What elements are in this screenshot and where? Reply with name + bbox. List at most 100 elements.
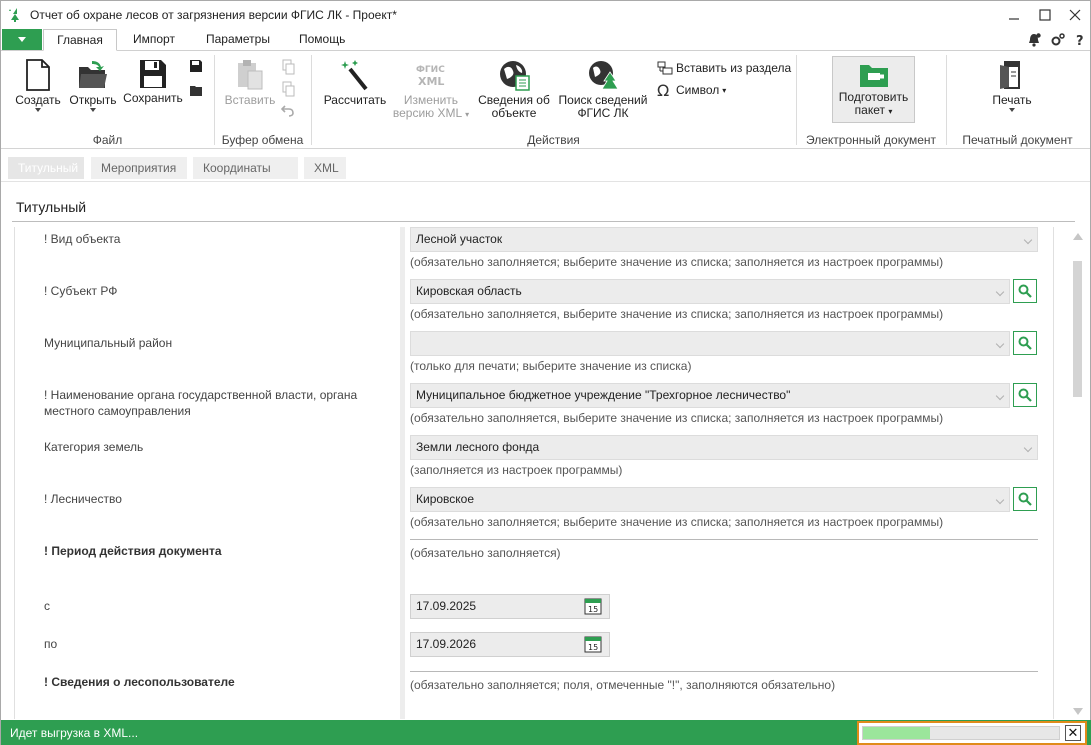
calendar-day: 15 — [588, 643, 598, 652]
period-from-date-input[interactable]: 17.09.2025 15 — [410, 594, 610, 619]
prepare-label-1: Подготовить — [838, 90, 909, 104]
actions-group-label: Действия — [527, 133, 580, 147]
search-fgis-button[interactable]: Поиск сведений ФГИС ЛК — [555, 59, 651, 120]
print-label: Печать — [992, 93, 1032, 107]
title-divider — [12, 221, 1075, 222]
forestry-select[interactable]: Кировское — [410, 487, 1010, 512]
tab-parameters[interactable]: Параметры — [196, 29, 280, 51]
bell-icon[interactable] — [1026, 32, 1042, 48]
section-tab-coordinates[interactable]: Координаты — [193, 157, 298, 179]
clipboard-paste-icon — [238, 60, 263, 90]
symbol-button[interactable]: Ω Символ ▾ — [657, 82, 726, 98]
tab-import[interactable]: Импорт — [123, 29, 185, 51]
calculate-label: Рассчитать — [323, 93, 387, 107]
cut-icon[interactable] — [281, 59, 295, 75]
object-info-button[interactable]: Сведения об объекте — [475, 59, 553, 120]
svg-text:Ω: Ω — [657, 82, 669, 98]
change-xml-version-button[interactable]: ФГИС XML Изменить версию XML ▾ — [391, 59, 471, 121]
authority-label: ! Наименование органа государственной вл… — [44, 388, 358, 418]
section-tab-xml[interactable]: XML — [304, 157, 346, 179]
paste-button[interactable]: Вставить — [223, 59, 277, 107]
globe-tree-icon — [589, 61, 619, 90]
help-icon[interactable]: ? — [1074, 32, 1086, 48]
object-info-label-2: объекте — [491, 106, 537, 120]
copy-icon[interactable] — [281, 81, 295, 97]
progress-track — [862, 726, 1060, 740]
scroll-up-icon[interactable] — [1073, 233, 1083, 240]
chevron-down-icon — [995, 391, 1005, 401]
app-window: Отчет об охране лесов от загрязнения вер… — [0, 0, 1091, 745]
user-info-hint: (обязательно заполняется; поля, отмеченн… — [410, 678, 836, 692]
magnifier-icon — [1018, 336, 1032, 350]
undo-icon[interactable] — [281, 103, 295, 117]
ribbon-tabs: Главная Импорт Параметры Помощь ? — [1, 29, 1090, 51]
period-to-date-input[interactable]: 17.09.2026 15 — [410, 632, 610, 657]
symbol-label: Символ — [676, 83, 720, 97]
ribbon-separator — [796, 55, 797, 145]
calendar-icon[interactable]: 15 — [584, 636, 602, 653]
print-button[interactable]: Печать — [987, 59, 1037, 112]
settings-gears-icon[interactable] — [1050, 32, 1066, 48]
subject-search-button[interactable] — [1013, 279, 1037, 303]
prepare-package-button[interactable]: Подготовить пакет ▾ — [832, 56, 915, 123]
ribbon-panel: Создать Открыть Сохранить Файл Вставить … — [1, 50, 1090, 149]
scroll-thumb[interactable] — [1073, 261, 1082, 397]
land-category-select[interactable]: Земли лесного фонда — [410, 435, 1038, 460]
calculate-button[interactable]: Рассчитать — [323, 59, 387, 107]
maximize-button[interactable] — [1030, 1, 1060, 29]
authority-search-button[interactable] — [1013, 383, 1037, 407]
period-from-value: 17.09.2025 — [416, 599, 477, 613]
subject-hint: (обязательно заполняется, выберите значе… — [410, 307, 944, 321]
open-button[interactable]: Открыть — [68, 59, 118, 112]
open-folder-icon — [79, 61, 107, 88]
chevron-down-icon — [995, 495, 1005, 505]
district-label: Муниципальный район — [44, 336, 173, 350]
scroll-down-icon[interactable] — [1073, 708, 1083, 715]
progress-fill — [863, 727, 930, 739]
district-search-button[interactable] — [1013, 331, 1037, 355]
change-xml-label-1: Изменить — [403, 93, 459, 107]
tab-help[interactable]: Помощь — [289, 29, 355, 51]
tab-main[interactable]: Главная — [43, 29, 117, 51]
subject-select[interactable]: Кировская область — [410, 279, 1010, 304]
search-fgis-label-1: Поиск сведений — [558, 93, 648, 107]
section-tab-events[interactable]: Мероприятия — [91, 157, 187, 179]
forestry-hint: (обязательно заполняется; выберите значе… — [410, 515, 944, 529]
calendar-icon[interactable]: 15 — [584, 598, 602, 615]
globe-document-icon — [500, 61, 530, 91]
close-window-button[interactable] — [1060, 1, 1090, 29]
dropdown-arrow-icon — [1009, 108, 1015, 112]
ribbon-separator — [946, 55, 947, 145]
chevron-down-icon — [1023, 443, 1033, 453]
dropdown-arrow-icon — [90, 108, 96, 112]
svg-text:?: ? — [1076, 34, 1084, 48]
object-type-value: Лесной участок — [416, 232, 503, 246]
period-label: ! Период действия документа — [44, 544, 222, 558]
save-as-icon[interactable] — [189, 59, 203, 73]
cancel-export-button[interactable]: ✕ — [1065, 725, 1081, 741]
user-info-label: ! Сведения о лесопользователе — [44, 675, 235, 689]
chevron-down-icon — [995, 287, 1005, 297]
forestry-search-button[interactable] — [1013, 487, 1037, 511]
vertical-scrollbar[interactable] — [1068, 227, 1086, 719]
authority-select[interactable]: Муниципальное бюджетное учреждение "Трех… — [410, 383, 1010, 408]
save-label: Сохранить — [123, 91, 183, 105]
forestry-label: ! Лесничество — [44, 492, 122, 506]
section-tab-title[interactable]: Титульный — [8, 157, 84, 179]
save-button[interactable]: Сохранить — [123, 59, 183, 105]
magnifier-icon — [1018, 492, 1032, 506]
object-type-select[interactable]: Лесной участок — [410, 227, 1038, 252]
open-recent-icon[interactable] — [189, 83, 203, 97]
xml-icon-top-text: ФГИС — [416, 65, 445, 75]
page-title: Титульный — [16, 199, 87, 215]
caret-down-icon — [18, 37, 26, 42]
minimize-button[interactable] — [999, 1, 1029, 29]
magic-wand-icon — [341, 60, 368, 91]
district-select[interactable] — [410, 331, 1010, 356]
column-divider — [400, 227, 405, 719]
file-menu-button[interactable] — [2, 29, 42, 50]
new-document-icon — [26, 59, 50, 91]
create-button[interactable]: Создать — [15, 59, 61, 112]
usb-folder-icon — [859, 65, 888, 87]
insert-from-section-button[interactable]: Вставить из раздела — [657, 61, 791, 75]
